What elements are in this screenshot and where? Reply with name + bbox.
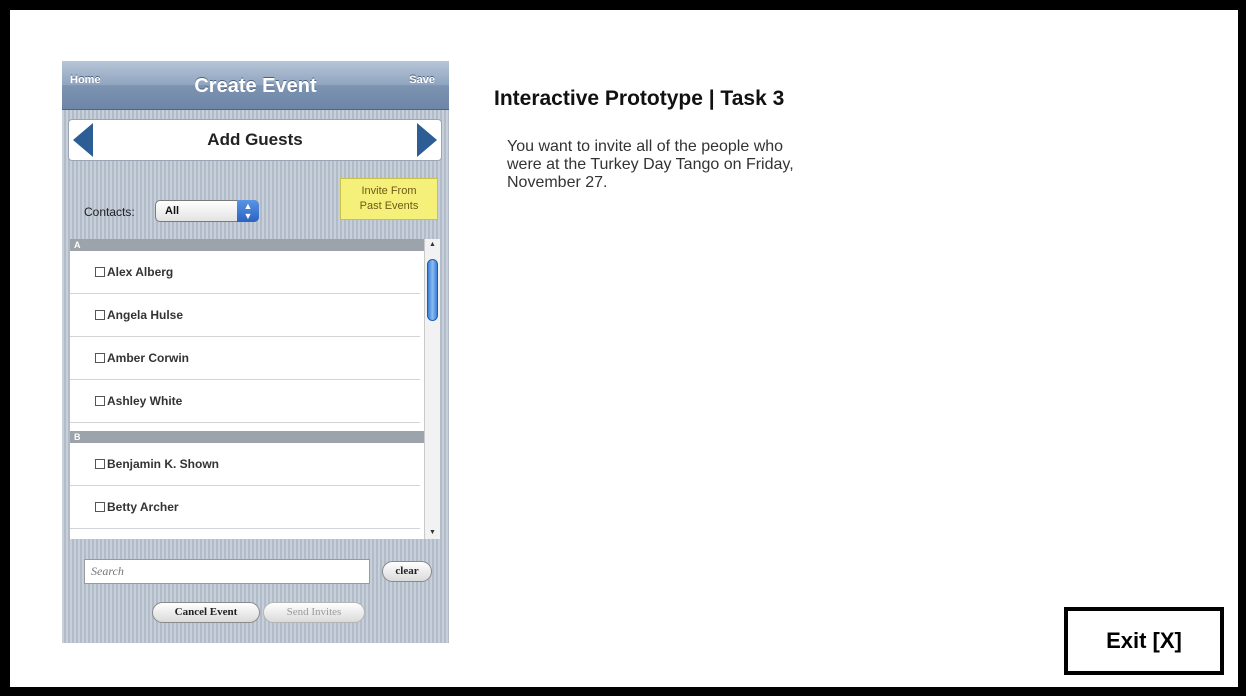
invite-from-past-events-button[interactable]: Invite From Past Events [340,178,438,220]
section-header-a: A [70,239,440,251]
select-arrows-icon: ▲ ▼ [237,200,259,222]
contact-row[interactable]: Benjamin K. Shown [70,443,420,486]
contact-row[interactable]: Angela Hulse [70,294,420,337]
cancel-event-button[interactable]: Cancel Event [152,602,260,623]
task-description-line: You want to invite all of the people who [507,138,784,155]
contact-name: Alex Alberg [107,265,174,279]
contact-name: Benjamin K. Shown [107,457,220,471]
arrow-right-icon[interactable] [417,123,437,157]
checkbox[interactable] [95,459,105,469]
checkbox[interactable] [95,310,105,320]
task-title: Interactive Prototype | Task 3 [494,87,785,110]
nav-bar: Home Create Event Save [62,61,449,110]
clear-button[interactable]: clear [382,561,432,582]
scroll-up-icon[interactable]: ▲ [425,239,440,251]
task-description: You want to invite all of the people who… [507,138,927,192]
checkbox[interactable] [95,353,105,363]
nav-title: Create Event [194,75,317,97]
contact-row[interactable]: Alex Alberg [70,251,420,294]
task-description-line: November 27. [507,174,608,191]
contact-name: Ashley White [107,394,183,408]
list-scrollbar[interactable]: ▲ ▼ [424,239,440,539]
invite-past-line2: Past Events [359,200,419,212]
contacts-select[interactable]: All ▲ ▼ [155,200,259,222]
add-guests-bar: Add Guests [68,119,442,161]
contacts-selected-value: All [165,205,180,217]
contact-row[interactable]: Betty Archer [70,486,420,529]
contact-row[interactable]: Ashley White [70,380,420,423]
contacts-label: Contacts: [84,205,135,219]
scroll-down-icon[interactable]: ▼ [425,527,440,539]
task-description-line: were at the Turkey Day Tango on Friday, [507,156,794,173]
save-button[interactable]: Save [409,74,435,86]
phone-mockup: Home Create Event Save Add Guests Invite… [62,61,449,643]
contact-list: A Alex Alberg Angela Hulse Amber Corwin … [70,239,440,539]
checkbox[interactable] [95,502,105,512]
exit-button[interactable]: Exit [X] [1064,607,1224,675]
add-guests-title: Add Guests [207,130,303,149]
contact-name: Betty Archer [107,500,179,514]
search-input[interactable] [84,559,370,584]
checkbox[interactable] [95,267,105,277]
contact-name: Amber Corwin [107,351,190,365]
contact-name: Angela Hulse [107,308,184,322]
invite-past-line1: Invite From [361,185,417,197]
checkbox[interactable] [95,396,105,406]
section-header-b: B [70,431,440,443]
scroll-thumb[interactable] [427,259,438,321]
contact-row[interactable]: Amber Corwin [70,337,420,380]
send-invites-button[interactable]: Send Invites [263,602,365,623]
